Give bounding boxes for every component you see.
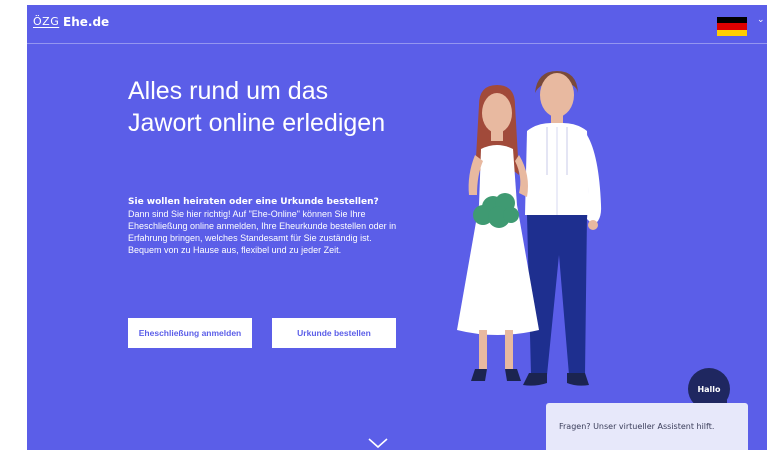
page-title: Alles rund um das Jawort online erledige…: [128, 77, 386, 137]
groom-figure: [523, 71, 602, 386]
germany-flag-icon[interactable]: [717, 17, 747, 36]
scroll-down-chevron-icon[interactable]: [367, 437, 389, 449]
hero-description: Dann sind Sie hier richtig! Auf "Ehe-Onl…: [128, 209, 397, 255]
top-bar: ÖZG Ehe.de ⌄: [27, 5, 767, 44]
virtual-assistant-panel[interactable]: Fragen? Unser virtueller Assistent hilft…: [546, 403, 748, 450]
bride-figure: [457, 85, 539, 381]
language-chevron-down-icon[interactable]: ⌄: [757, 15, 765, 25]
order-certificate-button[interactable]: Urkunde bestellen: [272, 318, 396, 348]
app-screen: ÖZG Ehe.de ⌄ Alles rund um das Jawort on…: [27, 5, 767, 450]
virtual-assistant-text: Fragen? Unser virtueller Assistent hilft…: [559, 422, 715, 431]
wedding-couple-illustration: [457, 71, 602, 386]
site-name[interactable]: Ehe.de: [63, 15, 109, 29]
register-marriage-button[interactable]: Eheschließung anmelden: [128, 318, 252, 348]
ozg-logo[interactable]: ÖZG: [33, 15, 59, 28]
hero-lead: Sie wollen heiraten oder eine Urkunde be…: [128, 197, 379, 207]
